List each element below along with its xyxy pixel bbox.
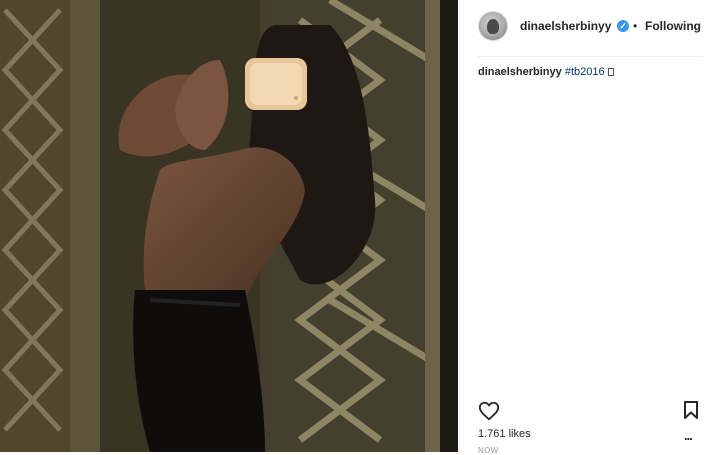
post-side-panel: dinaelsherbinyy ✓ • Following dinaelsher… xyxy=(459,0,720,455)
post-header: dinaelsherbinyy ✓ • Following xyxy=(478,10,702,57)
post-timestamp: NOW xyxy=(478,446,499,455)
mirror-selfie-image xyxy=(0,0,458,452)
verified-badge-icon: ✓ xyxy=(617,20,629,32)
caption-username[interactable]: dinaelsherbinyy xyxy=(478,66,562,78)
emoji-glyph-icon xyxy=(607,68,614,76)
author-username[interactable]: dinaelsherbinyy xyxy=(520,19,611,33)
post-actions xyxy=(478,398,704,422)
more-options-icon[interactable]: ... xyxy=(684,428,693,443)
likes-count[interactable]: 1.761 likes xyxy=(478,428,531,440)
avatar[interactable] xyxy=(478,11,508,41)
heart-icon[interactable] xyxy=(478,400,500,422)
post-caption: dinaelsherbinyy #tb2016 xyxy=(478,66,614,78)
hashtag-link[interactable]: #tb2016 xyxy=(565,66,605,78)
separator-dot: • xyxy=(633,19,638,33)
bookmark-icon[interactable] xyxy=(682,400,700,420)
post-photo[interactable] xyxy=(0,0,458,452)
following-button[interactable]: Following xyxy=(645,19,701,33)
